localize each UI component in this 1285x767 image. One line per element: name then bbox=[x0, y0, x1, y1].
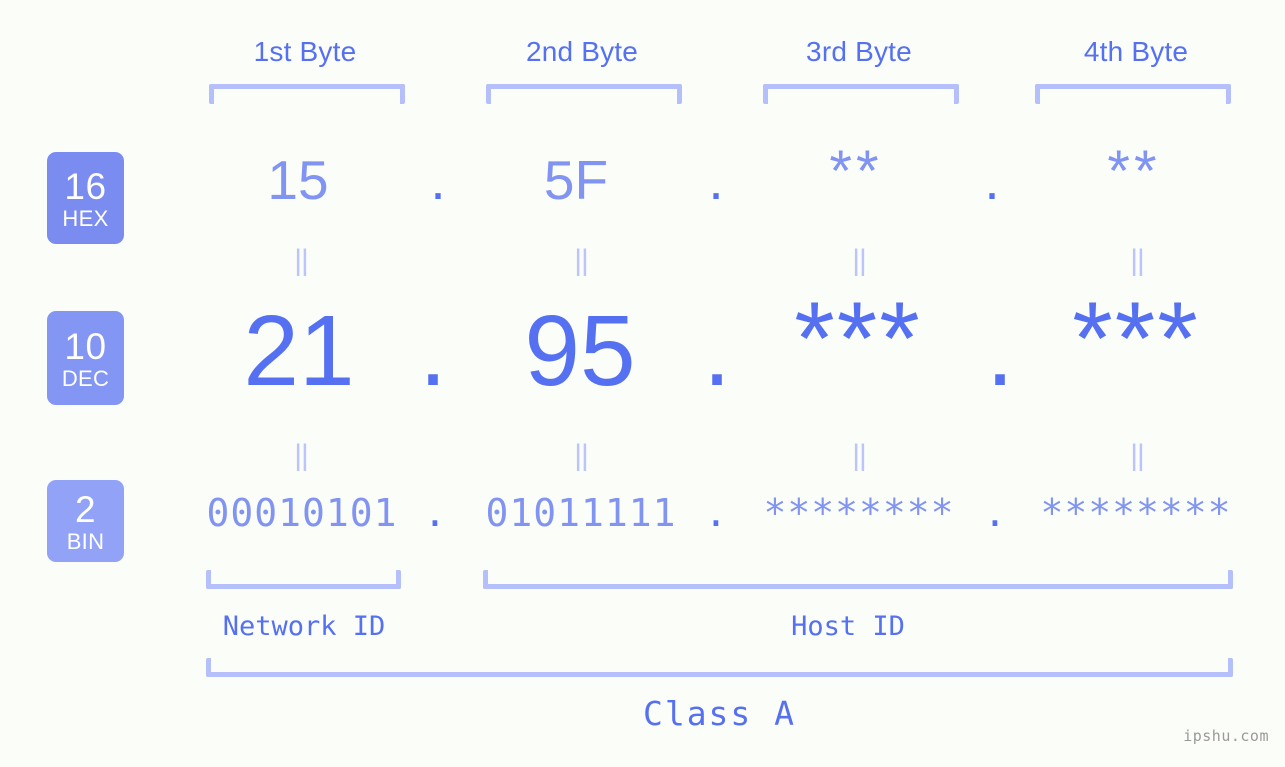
base-badge-dec-number: 10 bbox=[64, 325, 107, 367]
connector-hex-dec-3: || bbox=[852, 244, 867, 277]
hex-byte-3: ** bbox=[829, 139, 883, 204]
dec-separator-1: . bbox=[419, 295, 447, 407]
bin-separator-3: . bbox=[983, 491, 1007, 535]
hex-byte-2: 5F bbox=[543, 149, 609, 211]
ip-address-breakdown-diagram: 1st Byte 2nd Byte 3rd Byte 4th Byte 16 H… bbox=[0, 0, 1285, 767]
byte-header-2: 2nd Byte bbox=[525, 36, 639, 67]
site-watermark: ipshu.com bbox=[1183, 727, 1269, 745]
dec-byte-3: *** bbox=[794, 281, 922, 397]
connector-dec-bin-2: || bbox=[574, 439, 589, 472]
bin-byte-4: ******** bbox=[1040, 491, 1232, 535]
hex-separator-2: . bbox=[708, 149, 724, 211]
byte-bracket-top-4 bbox=[1035, 84, 1231, 104]
byte-header-3: 3rd Byte bbox=[806, 36, 912, 67]
dec-separator-3: . bbox=[986, 295, 1014, 407]
network-id-label: Network ID bbox=[222, 611, 386, 642]
byte-header-1: 1st Byte bbox=[253, 36, 357, 67]
base-badge-dec[interactable]: 10 DEC bbox=[47, 311, 124, 405]
hex-byte-1: 15 bbox=[267, 149, 329, 211]
hex-separator-1: . bbox=[430, 149, 446, 211]
host-id-bracket bbox=[483, 570, 1233, 589]
base-badge-hex-number: 16 bbox=[64, 165, 107, 207]
bin-byte-1: 00010101 bbox=[206, 491, 398, 535]
bin-byte-2: 01011111 bbox=[485, 491, 677, 535]
bin-byte-3: ******** bbox=[763, 491, 955, 535]
connector-hex-dec-4: || bbox=[1130, 244, 1145, 277]
base-badge-bin-label: BIN bbox=[66, 528, 105, 554]
bin-separator-1: . bbox=[423, 491, 447, 535]
class-label: Class A bbox=[642, 694, 797, 733]
byte-header-4: 4th Byte bbox=[1083, 36, 1189, 67]
byte-bracket-top-1 bbox=[209, 84, 405, 104]
dec-byte-1: 21 bbox=[243, 295, 355, 407]
base-badge-dec-label: DEC bbox=[61, 365, 110, 391]
connector-dec-bin-4: || bbox=[1130, 439, 1145, 472]
base-badge-hex[interactable]: 16 HEX bbox=[47, 152, 124, 244]
byte-bracket-top-3 bbox=[763, 84, 959, 104]
base-badge-bin-number: 2 bbox=[74, 488, 97, 530]
dec-separator-2: . bbox=[703, 295, 731, 407]
connector-dec-bin-3: || bbox=[852, 439, 867, 472]
connector-hex-dec-2: || bbox=[574, 244, 589, 277]
bin-separator-2: . bbox=[704, 491, 728, 535]
base-badge-bin[interactable]: 2 BIN bbox=[47, 480, 124, 562]
base-badge-hex-label: HEX bbox=[62, 205, 109, 231]
connector-dec-bin-1: || bbox=[294, 439, 309, 472]
connector-hex-dec-1: || bbox=[294, 244, 309, 277]
dec-byte-2: 95 bbox=[524, 295, 636, 407]
hex-byte-4: ** bbox=[1107, 139, 1161, 204]
byte-bracket-top-2 bbox=[486, 84, 682, 104]
hex-separator-3: . bbox=[984, 149, 1000, 211]
dec-byte-4: *** bbox=[1072, 281, 1200, 397]
class-bracket bbox=[206, 658, 1233, 677]
network-id-bracket bbox=[206, 570, 401, 589]
host-id-label: Host ID bbox=[791, 611, 905, 642]
